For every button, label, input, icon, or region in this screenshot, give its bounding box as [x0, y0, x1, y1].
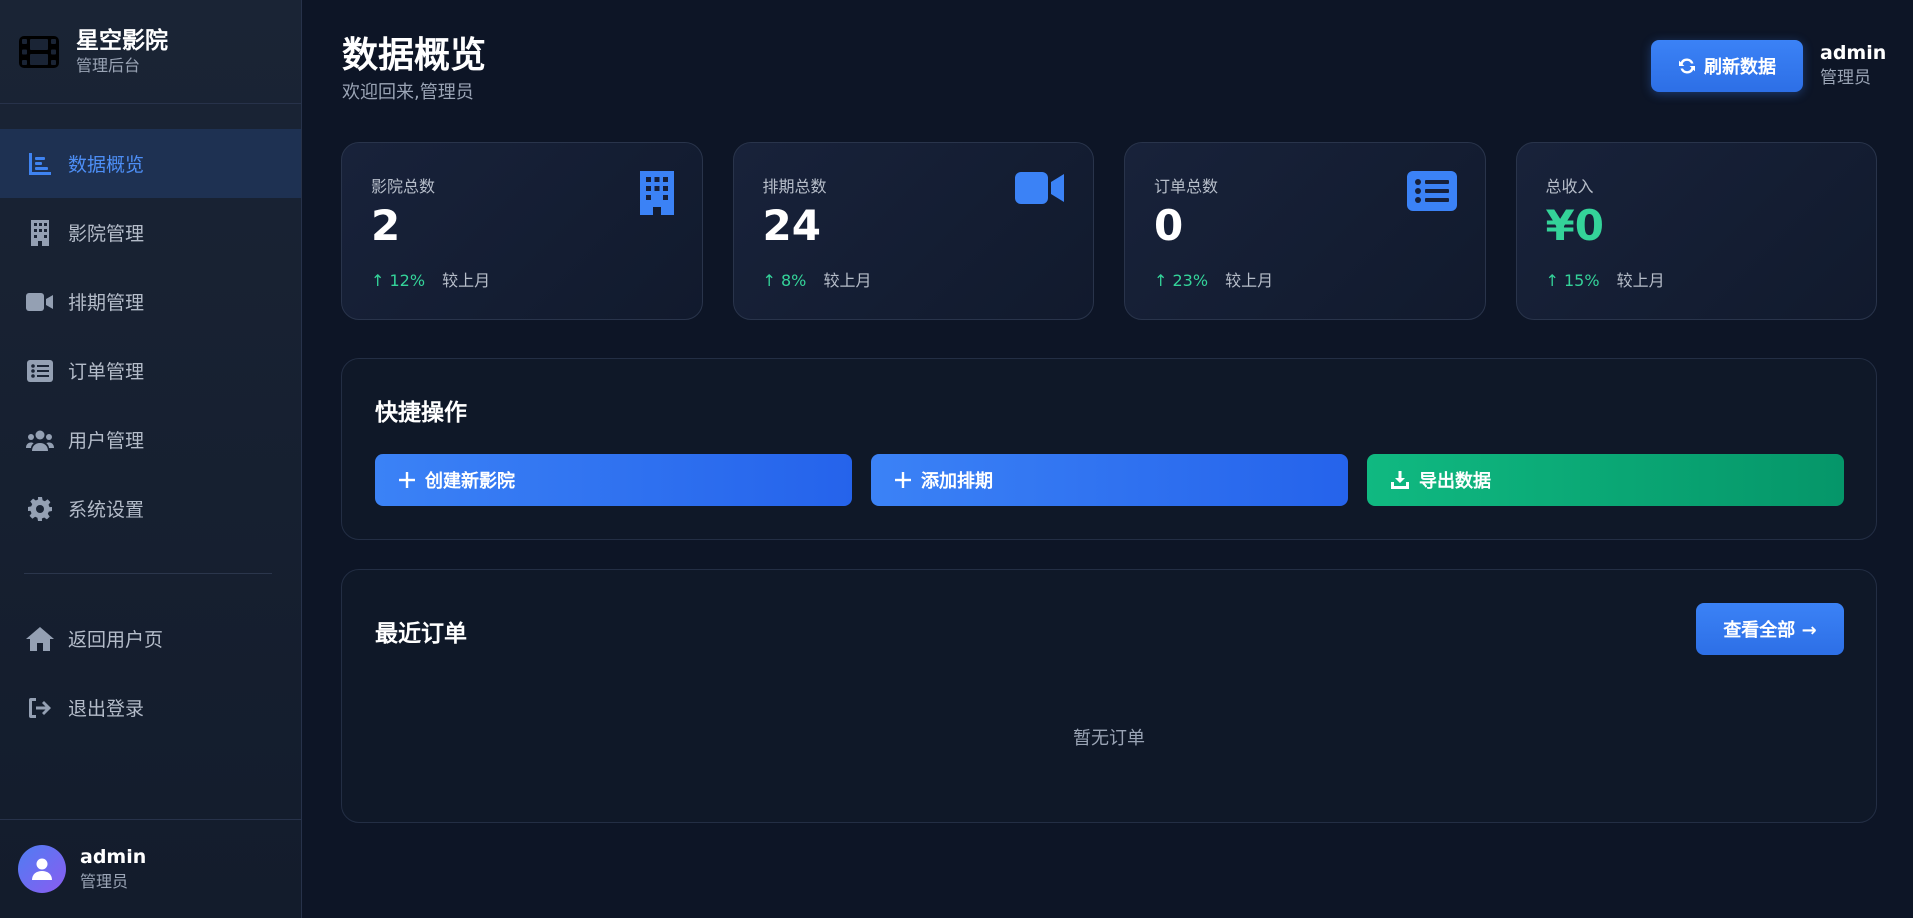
empty-orders-text: 暂无订单 — [1073, 728, 1145, 749]
stat-trend: ↑ 23% 较上月 — [1154, 267, 1273, 291]
stat-value: ¥0 — [1545, 201, 1604, 250]
quick-actions-buttons: 创建新影院 添加排期 导出数据 — [375, 454, 1844, 506]
plus-icon — [399, 472, 415, 488]
stat-card-revenue: 总收入 ¥0 ↑ 15% 较上月 — [1515, 142, 1877, 320]
gear-icon — [26, 495, 54, 523]
brand-title: 星空影院 — [76, 27, 168, 54]
brand: 星空影院 管理后台 — [0, 0, 301, 104]
refresh-icon — [1679, 58, 1695, 74]
trend-value: ↑ 8% — [762, 271, 807, 290]
building-icon — [639, 171, 674, 219]
add-schedule-button[interactable]: 添加排期 — [871, 454, 1348, 506]
header-user[interactable]: admin 管理员 — [1820, 41, 1886, 91]
user-icon — [32, 858, 52, 880]
list-icon — [26, 357, 54, 385]
video-camera-icon — [26, 288, 54, 316]
stat-value: 2 — [371, 201, 401, 250]
trend-note: 较上月 — [823, 271, 872, 290]
download-icon — [1391, 471, 1409, 489]
sidebar-item-settings[interactable]: 系统设置 — [0, 474, 301, 543]
sidebar-item-orders[interactable]: 订单管理 — [0, 336, 301, 405]
sidebar-nav: 数据概览 影院管理 排期管理 订单管理 用户管理 系统设置 返回用户页 退出登录 — [0, 129, 301, 742]
create-cinema-label: 创建新影院 — [425, 471, 515, 492]
stat-card-cinemas: 影院总数 2 ↑ 12% 较上月 — [341, 142, 703, 320]
stats-row: 影院总数 2 ↑ 12% 较上月 排期总数 24 ↑ 8% 较上月 订单总数 0… — [341, 142, 1877, 320]
stat-label: 总收入 — [1545, 177, 1594, 196]
avatar — [18, 845, 66, 893]
sidebar-item-logout[interactable]: 退出登录 — [0, 673, 301, 742]
sidebar-item-label: 系统设置 — [68, 499, 145, 521]
users-icon — [26, 426, 54, 454]
quick-actions-title: 快捷操作 — [375, 400, 467, 426]
sidebar-item-label: 用户管理 — [68, 430, 145, 452]
list-icon — [1406, 171, 1457, 215]
add-schedule-label: 添加排期 — [921, 471, 993, 492]
sidebar-item-label: 退出登录 — [68, 698, 145, 720]
trend-value: ↑ 23% — [1154, 271, 1209, 290]
view-all-button[interactable]: 查看全部 → — [1696, 603, 1844, 655]
header-user-role: 管理员 — [1820, 68, 1871, 88]
create-cinema-button[interactable]: 创建新影院 — [375, 454, 852, 506]
trend-value: ↑ 15% — [1545, 271, 1600, 290]
brand-subtitle: 管理后台 — [76, 55, 141, 75]
plus-icon — [895, 472, 911, 488]
sidebar-user-name: admin — [80, 846, 147, 868]
sidebar-item-cinemas[interactable]: 影院管理 — [0, 198, 301, 267]
stat-trend: ↑ 8% 较上月 — [763, 267, 872, 291]
sidebar-item-label: 数据概览 — [68, 154, 145, 176]
sidebar-user-card[interactable]: admin 管理员 — [0, 819, 301, 918]
sidebar-item-label: 订单管理 — [68, 361, 145, 383]
page-title: 数据概览 — [342, 35, 487, 76]
sidebar-item-back-to-user[interactable]: 返回用户页 — [0, 604, 301, 673]
main-content: 数据概览 欢迎回来,管理员 刷新数据 admin 管理员 影院总数 2 ↑ 12… — [302, 0, 1913, 918]
recent-orders-panel: 最近订单 查看全部 → 暂无订单 — [341, 569, 1877, 823]
app-root: 星空影院 管理后台 数据概览 影院管理 排期管理 订单管理 用户管理 系统设置 … — [0, 0, 1913, 918]
stat-trend: ↑ 12% 较上月 — [371, 267, 490, 291]
sidebar-divider — [24, 573, 272, 574]
film-icon — [19, 35, 59, 68]
refresh-data-label: 刷新数据 — [1704, 57, 1776, 78]
recent-orders-title: 最近订单 — [375, 621, 467, 647]
sidebar-item-users[interactable]: 用户管理 — [0, 405, 301, 474]
trend-value: ↑ 12% — [371, 271, 426, 290]
refresh-data-button[interactable]: 刷新数据 — [1651, 40, 1803, 92]
export-data-button[interactable]: 导出数据 — [1367, 454, 1844, 506]
trend-note: 较上月 — [1616, 271, 1665, 290]
sidebar-item-label: 排期管理 — [68, 292, 145, 314]
quick-actions-panel: 快捷操作 创建新影院 添加排期 导出数据 — [341, 358, 1877, 540]
trend-note: 较上月 — [442, 271, 491, 290]
sidebar-item-overview[interactable]: 数据概览 — [0, 129, 301, 198]
trend-note: 较上月 — [1225, 271, 1274, 290]
sidebar-item-schedules[interactable]: 排期管理 — [0, 267, 301, 336]
stat-card-orders: 订单总数 0 ↑ 23% 较上月 — [1124, 142, 1486, 320]
sidebar-item-label: 影院管理 — [68, 223, 145, 245]
sidebar-item-label: 返回用户页 — [68, 629, 164, 651]
stat-label: 影院总数 — [371, 177, 436, 196]
sidebar: 星空影院 管理后台 数据概览 影院管理 排期管理 订单管理 用户管理 系统设置 … — [0, 0, 302, 918]
building-icon — [26, 219, 54, 247]
page-subtitle: 欢迎回来,管理员 — [342, 82, 474, 103]
video-camera-icon — [1015, 171, 1065, 209]
stat-trend: ↑ 15% 较上月 — [1546, 267, 1665, 291]
logout-icon — [26, 694, 54, 722]
stat-card-schedules: 排期总数 24 ↑ 8% 较上月 — [732, 142, 1094, 320]
chart-bar-icon — [26, 150, 54, 178]
sidebar-user-role: 管理员 — [80, 872, 129, 891]
header-user-name: admin — [1820, 42, 1887, 64]
export-data-label: 导出数据 — [1419, 471, 1491, 492]
home-icon — [26, 625, 54, 653]
